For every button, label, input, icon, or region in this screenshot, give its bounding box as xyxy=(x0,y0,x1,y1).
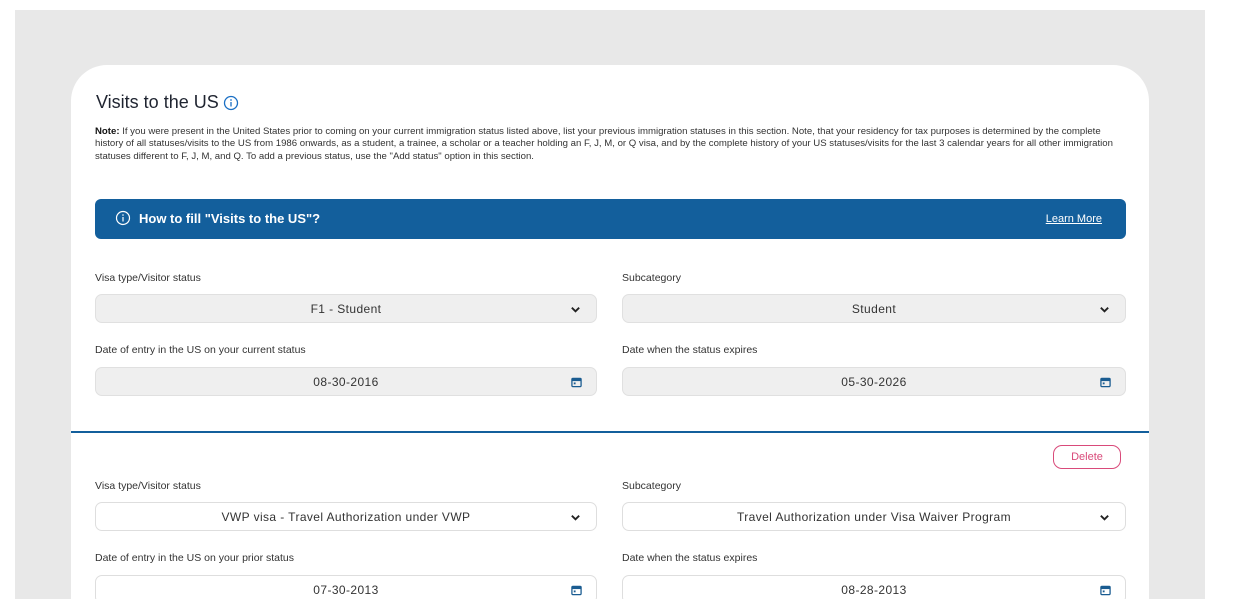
note-label: Note: xyxy=(95,126,120,137)
visits-card: Visits to the US Note: If you were prese… xyxy=(71,65,1149,599)
subcategory-value-2: Travel Authorization under Visa Waiver P… xyxy=(736,510,1012,524)
banner-left: How to fill "Visits to the US"? xyxy=(115,210,320,226)
visa-type-value-1: F1 - Student xyxy=(310,302,382,316)
subcategory-select-1[interactable]: Student xyxy=(622,294,1126,323)
chevron-down-icon xyxy=(1100,307,1109,313)
visa-type-value-2: VWP visa - Travel Authorization under VW… xyxy=(221,510,471,524)
subcategory-label-1: Subcategory xyxy=(622,272,681,284)
info-icon[interactable] xyxy=(223,95,239,111)
visa-type-label-2: Visa type/Visitor status xyxy=(95,480,201,492)
delete-button[interactable]: Delete xyxy=(1053,445,1121,469)
subcategory-value-1: Student xyxy=(851,302,897,316)
learn-more-link[interactable]: Learn More xyxy=(1046,213,1102,225)
how-to-fill-banner[interactable]: How to fill "Visits to the US"? Learn Mo… xyxy=(95,199,1126,239)
expires-date-label-2: Date when the status expires xyxy=(622,552,758,564)
subcategory-label-2: Subcategory xyxy=(622,480,681,492)
entry-date-value-1: 08-30-2016 xyxy=(313,375,379,389)
calendar-icon[interactable] xyxy=(571,376,582,388)
expires-date-input-1[interactable]: 05-30-2026 xyxy=(622,367,1126,396)
section-title-text: Visits to the US xyxy=(96,92,219,112)
chevron-down-icon xyxy=(571,307,580,313)
banner-info-icon xyxy=(115,210,131,226)
expires-date-label-1: Date when the status expires xyxy=(622,344,758,356)
calendar-icon[interactable] xyxy=(571,584,582,596)
banner-title: How to fill "Visits to the US"? xyxy=(139,210,321,226)
calendar-icon[interactable] xyxy=(1100,376,1111,388)
note-paragraph: Note: If you were present in the United … xyxy=(95,126,1127,163)
entry-date-label-1: Date of entry in the US on your current … xyxy=(95,344,306,356)
subcategory-select-2[interactable]: Travel Authorization under Visa Waiver P… xyxy=(622,502,1126,531)
calendar-icon[interactable] xyxy=(1100,584,1111,596)
entry-date-input-2[interactable]: 07-30-2013 xyxy=(95,575,597,599)
section-title: Visits to the US xyxy=(96,92,239,113)
chevron-down-icon xyxy=(571,515,580,521)
expires-date-input-2[interactable]: 08-28-2013 xyxy=(622,575,1126,599)
note-text: If you were present in the United States… xyxy=(95,126,1113,162)
chevron-down-icon xyxy=(1100,515,1109,521)
entry-divider xyxy=(71,431,1149,433)
visa-type-select-2[interactable]: VWP visa - Travel Authorization under VW… xyxy=(95,502,597,531)
expires-date-value-1: 05-30-2026 xyxy=(841,375,907,389)
visa-type-label-1: Visa type/Visitor status xyxy=(95,272,201,284)
entry-date-label-2: Date of entry in the US on your prior st… xyxy=(95,552,295,564)
expires-date-value-2: 08-28-2013 xyxy=(841,583,907,597)
visa-type-select-1[interactable]: F1 - Student xyxy=(95,294,597,323)
entry-date-input-1[interactable]: 08-30-2016 xyxy=(95,367,597,396)
entry-date-value-2: 07-30-2013 xyxy=(313,583,379,597)
